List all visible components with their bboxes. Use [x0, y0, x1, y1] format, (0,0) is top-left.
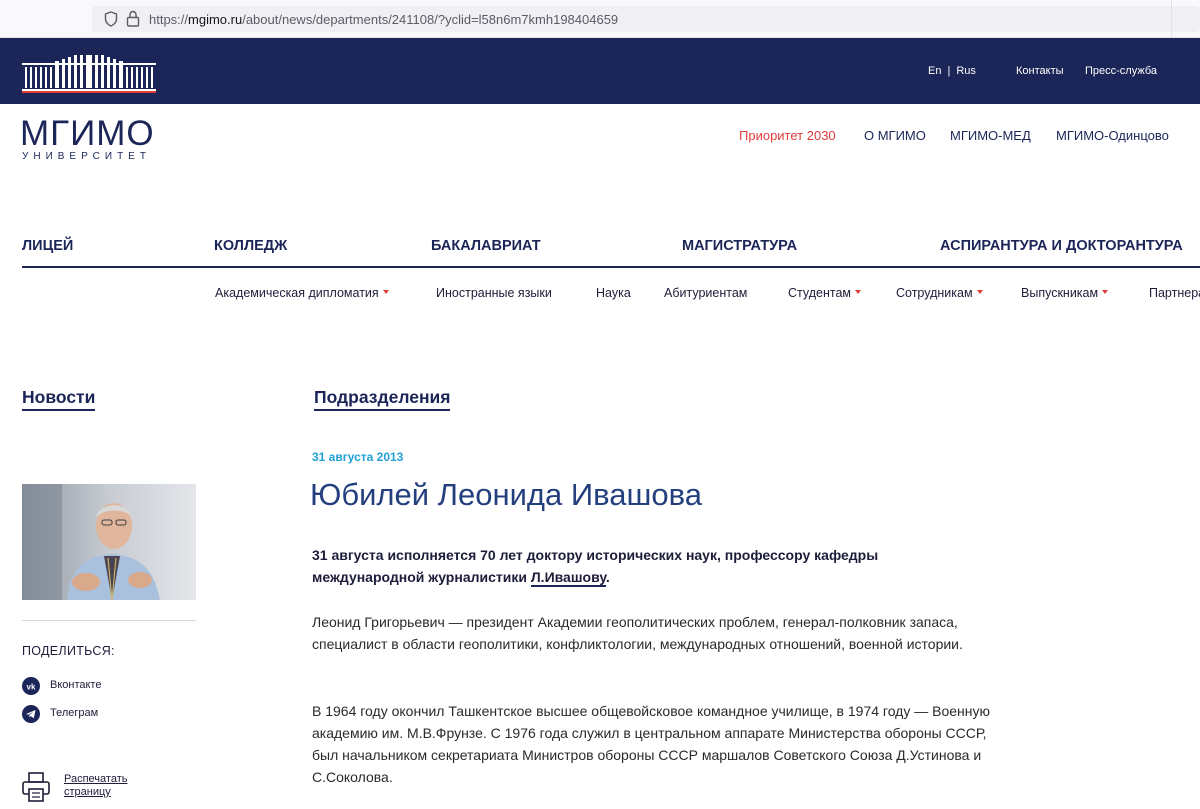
- printer-icon[interactable]: [22, 772, 50, 802]
- vk-icon: vk: [22, 677, 40, 695]
- submenu-partners[interactable]: Партнерам: [1149, 286, 1200, 300]
- language-switcher: En | Rus: [928, 65, 976, 77]
- url-text[interactable]: https://mgimo.ru/about/news/departments/…: [149, 12, 618, 27]
- university-building-logo[interactable]: [22, 55, 156, 93]
- submenu-academic-diplomacy[interactable]: Академическая дипломатия: [215, 286, 389, 300]
- contacts-link[interactable]: Контакты: [1016, 65, 1064, 77]
- site-logo-subtitle[interactable]: УНИВЕРСИТЕТ: [22, 151, 151, 162]
- nav-mgimo-med[interactable]: МГИМО-МЕД: [950, 128, 1031, 143]
- telegram-icon: [22, 705, 40, 723]
- submenu-students[interactable]: Студентам: [788, 286, 862, 300]
- article-photo: [22, 484, 196, 600]
- levels-divider: [22, 266, 1200, 268]
- dropdown-caret-icon: [1102, 289, 1109, 294]
- sidebar-divider: [22, 620, 196, 621]
- press-service-link[interactable]: Пресс-служба: [1085, 65, 1157, 77]
- lang-en-link[interactable]: En: [928, 65, 941, 77]
- lock-icon[interactable]: [126, 10, 140, 27]
- share-label: ПОДЕЛИТЬСЯ:: [22, 644, 115, 658]
- level-lyceum[interactable]: ЛИЦЕЙ: [22, 238, 73, 254]
- nav-priority-2030[interactable]: Приоритет 2030: [739, 128, 836, 143]
- news-heading-link[interactable]: Новости: [22, 387, 96, 411]
- print-page-link[interactable]: Распечатать страницу: [64, 773, 154, 799]
- toolbar-divider: [1171, 0, 1172, 38]
- svg-text:vk: vk: [27, 683, 36, 692]
- nav-mgimo-odintsovo[interactable]: МГИМО-Одинцово: [1056, 128, 1169, 143]
- nav-about-mgimo[interactable]: О МГИМО: [864, 128, 926, 143]
- lang-ru-link[interactable]: Rus: [956, 65, 976, 77]
- lang-separator: |: [947, 65, 951, 77]
- submenu-science[interactable]: Наука: [596, 286, 631, 300]
- person-link[interactable]: Л.Ивашову: [530, 569, 606, 587]
- submenu-foreign-languages[interactable]: Иностранные языки: [436, 286, 552, 300]
- dropdown-caret-icon: [382, 289, 389, 294]
- dropdown-caret-icon: [855, 289, 862, 294]
- shield-icon[interactable]: [104, 11, 118, 27]
- article-paragraph-1: Леонид Григорьевич — президент Академии …: [312, 614, 963, 652]
- article-date: 31 августа 2013: [312, 450, 404, 464]
- site-top-header: En | Rus Контакты Пресс-служба: [0, 38, 1200, 104]
- level-postgraduate[interactable]: АСПИРАНТУРА И ДОКТОРАНТУРА: [940, 238, 1183, 254]
- submenu-applicants[interactable]: Абитуриентам: [664, 286, 747, 300]
- site-logo-title[interactable]: МГИМО: [20, 114, 155, 154]
- level-college[interactable]: КОЛЛЕДЖ: [214, 238, 287, 254]
- article-paragraph-2: В 1964 году окончил Ташкентское высшее о…: [312, 703, 991, 785]
- article-lead: 31 августа исполняется 70 лет доктору ис…: [312, 547, 879, 587]
- departments-heading-link[interactable]: Подразделения: [314, 387, 451, 411]
- browser-address-bar: https://mgimo.ru/about/news/departments/…: [0, 0, 1200, 38]
- dropdown-caret-icon: [976, 289, 983, 294]
- submenu-alumni[interactable]: Выпускникам: [1021, 286, 1109, 300]
- level-bachelor[interactable]: БАКАЛАВРИАТ: [431, 238, 541, 254]
- article-title: Юбилей Леонида Ивашова: [310, 477, 702, 512]
- level-master[interactable]: МАГИСТРАТУРА: [682, 238, 797, 254]
- submenu-staff[interactable]: Сотрудникам: [896, 286, 983, 300]
